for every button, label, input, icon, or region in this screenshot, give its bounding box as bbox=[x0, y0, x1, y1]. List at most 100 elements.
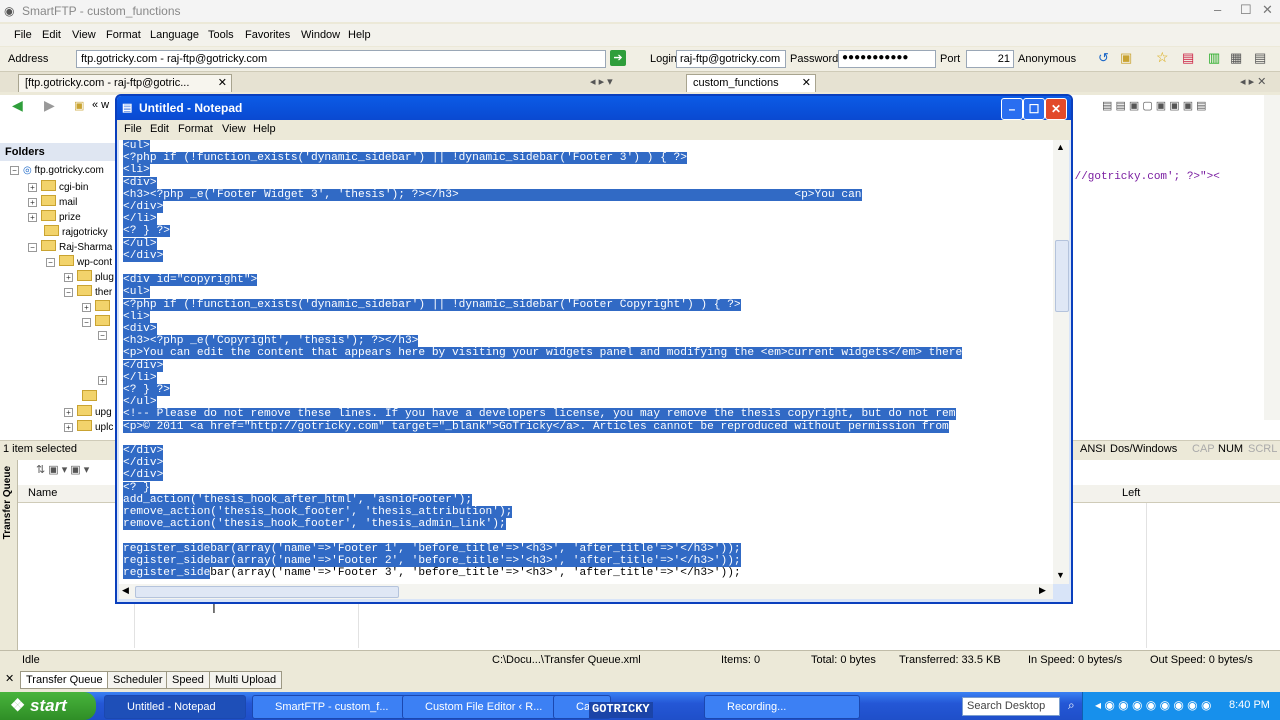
tab-scheduler[interactable]: Scheduler bbox=[107, 671, 169, 689]
tree-item[interactable]: − Raj-Sharma bbox=[28, 240, 112, 253]
menu-language[interactable]: Language bbox=[150, 29, 199, 41]
password-input[interactable]: ●●●●●●●●●●● bbox=[838, 50, 936, 68]
notepad-line: <div> bbox=[123, 176, 157, 189]
folder-icon bbox=[41, 180, 56, 191]
taskbar-recording[interactable]: Recording... bbox=[704, 695, 860, 719]
queue-status-bar: Idle C:\Docu...\Transfer Queue.xml Items… bbox=[0, 650, 1280, 669]
menu-edit[interactable]: Edit bbox=[42, 29, 61, 41]
toolbar-icon[interactable]: ▤ bbox=[1182, 50, 1194, 66]
notepad-line: <ul> bbox=[123, 140, 150, 152]
tray-icons[interactable]: ◂ ◉ ◉ ◉ ◉ ◉ ◉ ◉ ◉ bbox=[1095, 698, 1211, 712]
tree-item[interactable]: − wp-cont bbox=[46, 255, 112, 268]
anonymous-label[interactable]: Anonymous bbox=[1018, 53, 1076, 65]
panel-icon[interactable]: ▤ bbox=[1254, 50, 1266, 66]
go-arrow-icon[interactable]: ➔ bbox=[610, 50, 626, 66]
tree-item[interactable]: + uplc bbox=[64, 420, 113, 433]
in-speed: In Speed: 0 bytes/s bbox=[1028, 654, 1123, 666]
column-name[interactable]: Name bbox=[28, 487, 57, 499]
login-input[interactable]: raj-ftp@gotricky.com bbox=[676, 50, 786, 68]
taskbar-file-editor[interactable]: Custom File Editor ‹ R... bbox=[402, 695, 558, 719]
menu-favorites[interactable]: Favorites bbox=[245, 29, 290, 41]
np-menu-edit[interactable]: Edit bbox=[150, 123, 169, 135]
scroll-thumb[interactable] bbox=[1055, 240, 1069, 312]
vertical-scrollbar[interactable] bbox=[1264, 95, 1280, 420]
minimize-icon[interactable]: – bbox=[1214, 2, 1221, 17]
editor-toolbar-icons[interactable]: ▤ ▤ ▣ ▢ ▣ ▣ ▣ ▤ bbox=[1102, 99, 1207, 112]
split-icon[interactable]: ▦ bbox=[1230, 50, 1242, 66]
vertical-scrollbar[interactable]: ▲ ▼ bbox=[1053, 140, 1069, 584]
address-input[interactable]: ftp.gotricky.com - raj-ftp@gotricky.com bbox=[76, 50, 606, 68]
tab-transfer-queue[interactable]: Transfer Queue bbox=[20, 671, 109, 689]
back-icon[interactable]: ◀ bbox=[12, 97, 23, 114]
taskbar-notepad[interactable]: Untitled - Notepad bbox=[104, 695, 246, 719]
close-icon[interactable]: ✕ bbox=[5, 672, 14, 685]
tree-item[interactable]: + plug bbox=[64, 270, 114, 283]
transfer-queue-side-tab[interactable]: Transfer Queue bbox=[0, 460, 18, 650]
menu-view[interactable]: View bbox=[72, 29, 96, 41]
folder-icon[interactable]: ▣ bbox=[1120, 50, 1132, 66]
notepad-line: </ul> bbox=[123, 237, 157, 250]
tree-item[interactable]: − bbox=[82, 315, 113, 328]
folder-icon bbox=[95, 315, 110, 326]
column-left[interactable]: Left bbox=[1122, 487, 1140, 499]
np-menu-format[interactable]: Format bbox=[178, 123, 213, 135]
notepad-line: <h3><?php _e('Footer Widget 3', 'thesis'… bbox=[123, 188, 862, 201]
folder-icon[interactable]: ▣ bbox=[74, 99, 84, 112]
search-icon[interactable]: ⌕ bbox=[1068, 698, 1075, 713]
queue-toolbar-icons[interactable]: ⇅ ▣ ▾ ▣ ▾ bbox=[36, 463, 89, 476]
clock: 8:40 PM bbox=[1229, 699, 1270, 711]
notepad-titlebar[interactable]: ▤ Untitled - Notepad – ☐ ✕ bbox=[117, 96, 1071, 120]
menu-file[interactable]: File bbox=[14, 29, 32, 41]
notepad-line: <?php if (!function_exists('dynamic_side… bbox=[123, 298, 741, 311]
folder-icon bbox=[41, 240, 56, 251]
minimize-icon[interactable]: – bbox=[1001, 98, 1023, 120]
tree-item[interactable] bbox=[82, 390, 100, 403]
notepad-menu: File Edit Format View Help bbox=[117, 120, 1071, 140]
tree-item[interactable]: rajgotricky bbox=[44, 225, 108, 238]
tree-item[interactable]: + prize bbox=[28, 210, 81, 223]
close-icon[interactable]: ✕ bbox=[802, 75, 811, 92]
menu-window[interactable]: Window bbox=[301, 29, 340, 41]
tab-scroll-icon[interactable]: ◂ ▸ ✕ bbox=[1240, 75, 1266, 88]
tab-scroll-icon[interactable]: ◂ ▸ ▾ bbox=[590, 75, 613, 88]
menu-help[interactable]: Help bbox=[348, 29, 371, 41]
menu-format[interactable]: Format bbox=[106, 29, 141, 41]
port-input[interactable]: 21 bbox=[966, 50, 1014, 68]
close-icon[interactable]: ✕ bbox=[1045, 98, 1067, 120]
notepad-text-area[interactable]: <ul> <?php if (!function_exists('dynamic_… bbox=[119, 140, 1053, 584]
tree-item[interactable]: + mail bbox=[28, 195, 77, 208]
tab-custom-functions[interactable]: custom_functions ✕ bbox=[686, 74, 816, 92]
maximize-icon[interactable]: ☐ bbox=[1240, 2, 1252, 18]
np-menu-view[interactable]: View bbox=[222, 123, 246, 135]
horizontal-scrollbar[interactable]: ◀ ▶ bbox=[119, 584, 1053, 599]
tree-item[interactable]: + bbox=[82, 300, 113, 313]
tree-item[interactable]: + upg bbox=[64, 405, 112, 418]
tree-item[interactable]: + cgi-bin bbox=[28, 180, 88, 193]
maximize-icon[interactable]: ☐ bbox=[1023, 98, 1045, 120]
start-button[interactable]: ❖ start bbox=[0, 692, 96, 720]
folder-icon bbox=[82, 390, 97, 401]
scroll-left-icon[interactable]: ◀ bbox=[122, 585, 129, 596]
tab-ftp-session[interactable]: [ftp.gotricky.com - raj-ftp@gotric... ✕ bbox=[18, 74, 232, 92]
tree-item[interactable]: + bbox=[98, 375, 111, 386]
menu-tools[interactable]: Tools bbox=[208, 29, 234, 41]
taskbar-smartftp[interactable]: SmartFTP - custom_f... bbox=[252, 695, 406, 719]
desktop-search-input[interactable]: Search Desktop bbox=[962, 697, 1060, 716]
scroll-down-icon[interactable]: ▼ bbox=[1056, 570, 1065, 580]
back-icon[interactable]: ↺ bbox=[1098, 50, 1109, 66]
close-icon[interactable]: ✕ bbox=[1262, 2, 1273, 18]
tree-item[interactable]: − bbox=[98, 330, 111, 341]
scroll-up-icon[interactable]: ▲ bbox=[1056, 142, 1065, 152]
star-icon[interactable]: ☆ bbox=[1156, 49, 1169, 66]
close-icon[interactable]: ✕ bbox=[218, 75, 227, 92]
tree-item[interactable]: − ther bbox=[64, 285, 112, 298]
scroll-thumb[interactable] bbox=[135, 586, 399, 598]
forward-icon[interactable]: ▶ bbox=[44, 97, 55, 114]
tree-item[interactable]: − ◎ ftp.gotricky.com bbox=[10, 165, 104, 176]
tab-speed[interactable]: Speed bbox=[166, 671, 210, 689]
layout-icon[interactable]: ▥ bbox=[1208, 50, 1220, 66]
tab-multi-upload[interactable]: Multi Upload bbox=[209, 671, 283, 689]
np-menu-help[interactable]: Help bbox=[253, 123, 276, 135]
np-menu-file[interactable]: File bbox=[124, 123, 142, 135]
scroll-right-icon[interactable]: ▶ bbox=[1039, 585, 1046, 596]
